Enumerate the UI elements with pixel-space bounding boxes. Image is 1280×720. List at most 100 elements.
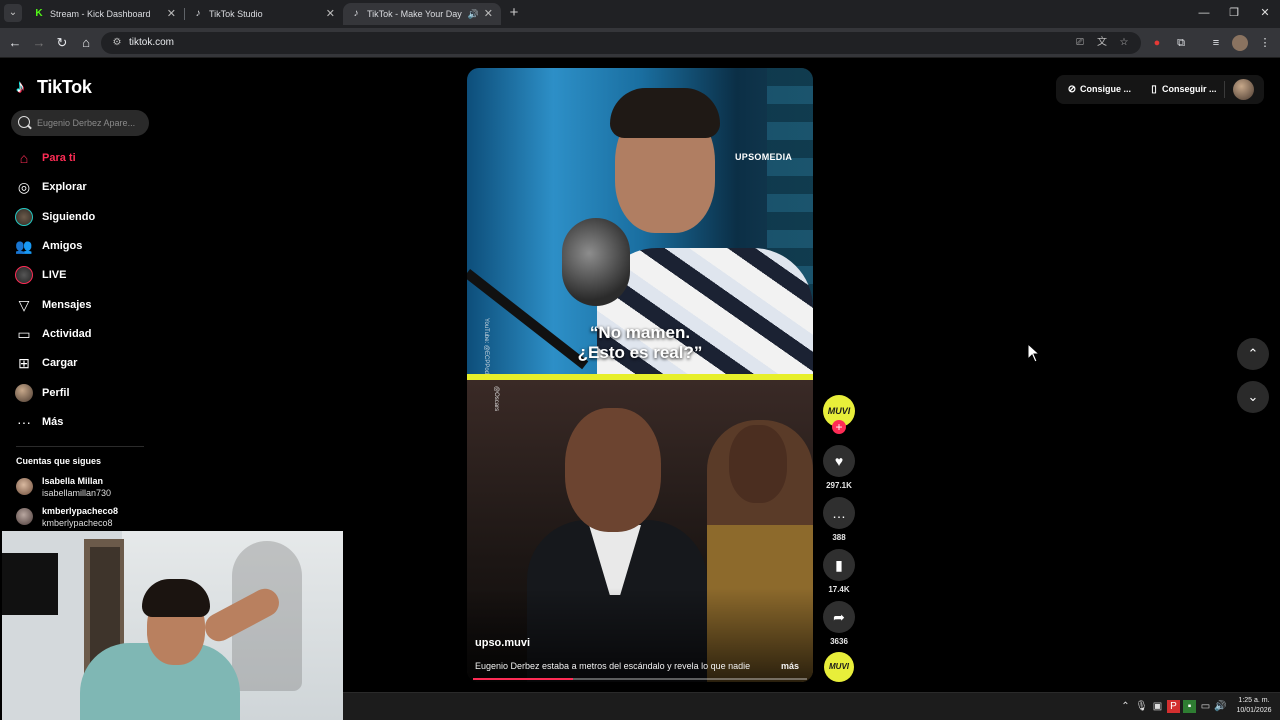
system-clock[interactable]: 1:25 a. m. 10/01/2026 bbox=[1231, 696, 1277, 716]
like-button[interactable]: ♥ bbox=[823, 445, 855, 477]
nav-item-live[interactable]: LIVE bbox=[14, 263, 154, 287]
coins-label: Consigue ... bbox=[1080, 84, 1132, 94]
search-input[interactable]: Eugenio Derbez Apare... bbox=[11, 110, 149, 136]
comment-count: 388 bbox=[832, 533, 846, 542]
caption-line-2: ¿Esto es real?” bbox=[577, 343, 703, 362]
new-tab-button[interactable]: + bbox=[505, 4, 523, 22]
save-button[interactable]: ▮ bbox=[823, 549, 855, 581]
browser-toolbar: ← → ↻ ⌂ ⚙ tiktok.com ⎚ 文 ☆ ● ⧉ ≡ ⋮ bbox=[0, 28, 1280, 58]
sidebar-divider bbox=[16, 446, 144, 447]
extensions-puzzle-icon[interactable]: ⧉ bbox=[1173, 35, 1189, 51]
get-app-button[interactable]: ▯ Conseguir ... bbox=[1148, 75, 1216, 104]
logo-text: TikTok bbox=[37, 76, 92, 97]
nav-item-explorar[interactable]: ◎ Explorar bbox=[14, 175, 154, 199]
media-controls-icon[interactable]: ≡ bbox=[1208, 35, 1224, 51]
tray-overflow-icon[interactable]: ⌃ bbox=[1119, 700, 1132, 713]
tiktok-icon: ♪ bbox=[195, 8, 201, 19]
video-progress-fill bbox=[473, 678, 573, 680]
account-username: kmberlypacheco8 bbox=[42, 518, 113, 528]
following-account[interactable]: Isabella Millan isabellamillan730 bbox=[16, 475, 146, 499]
search-icon bbox=[18, 116, 30, 128]
tiktok-logo[interactable]: ♪ TikTok bbox=[16, 75, 92, 99]
tab-tiktok-feed[interactable]: ♪ TikTok - Make Your Day 🔊 ✕ bbox=[343, 3, 501, 25]
following-account[interactable]: kmberlypacheco8 kmberlypacheco8 bbox=[16, 505, 146, 529]
reload-button[interactable]: ↻ bbox=[53, 34, 71, 52]
profile-avatar-icon[interactable] bbox=[1232, 35, 1248, 51]
translate-icon[interactable]: 文 bbox=[1095, 36, 1109, 50]
more-button[interactable]: más bbox=[781, 660, 799, 672]
next-video-button[interactable]: ⌄ bbox=[1237, 381, 1269, 413]
bookmark-icon: ▮ bbox=[835, 557, 843, 573]
close-tab-icon[interactable]: ✕ bbox=[167, 3, 176, 25]
tray-app-icon[interactable]: ▪ bbox=[1183, 700, 1196, 713]
tray-app-icon[interactable]: ▣ bbox=[1151, 700, 1164, 713]
music-disc[interactable]: MUVI bbox=[824, 652, 854, 682]
follow-plus-icon[interactable]: + bbox=[832, 420, 846, 434]
nav-item-mensajes[interactable]: ▽ Mensajes bbox=[14, 293, 154, 317]
live-avatar-icon bbox=[15, 266, 33, 284]
avatar bbox=[16, 478, 33, 495]
tab-tiktok-studio[interactable]: ♪ TikTok Studio ✕ bbox=[185, 3, 343, 25]
tab-kick-dashboard[interactable]: K Stream - Kick Dashboard ✕ bbox=[26, 3, 184, 25]
network-icon[interactable]: ▭ bbox=[1199, 700, 1212, 713]
extension-record-icon[interactable]: ● bbox=[1149, 35, 1165, 51]
browser-menu-icon[interactable]: ⋮ bbox=[1257, 35, 1273, 51]
close-tab-icon[interactable]: ✕ bbox=[484, 3, 493, 25]
nav-item-cargar[interactable]: ⊞ Cargar bbox=[14, 351, 154, 375]
search-placeholder: Eugenio Derbez Apare... bbox=[37, 118, 136, 128]
following-avatar-icon bbox=[15, 208, 33, 226]
share-count: 3636 bbox=[830, 637, 848, 646]
microphone bbox=[562, 218, 630, 306]
nav-item-para-ti[interactable]: ⌂ Para ti bbox=[14, 146, 154, 170]
microphone-icon[interactable]: 🎙 bbox=[1135, 700, 1148, 713]
clock-time: 1:25 a. m. bbox=[1238, 697, 1270, 704]
nav-item-actividad[interactable]: ▭ Actividad bbox=[14, 322, 154, 346]
nav-item-mas[interactable]: ··· Más bbox=[14, 410, 154, 434]
volume-icon[interactable]: 🔊 bbox=[1214, 700, 1227, 713]
tab-title: Stream - Kick Dashboard bbox=[50, 9, 151, 19]
close-window-button[interactable]: ✕ bbox=[1255, 5, 1275, 21]
tab-title: TikTok Studio bbox=[209, 9, 263, 19]
nav-item-perfil[interactable]: Perfil bbox=[14, 381, 154, 405]
send-icon: ▽ bbox=[18, 297, 30, 313]
nav-label: LIVE bbox=[42, 269, 67, 281]
restore-button[interactable]: ❐ bbox=[1224, 5, 1244, 21]
address-bar[interactable]: ⚙ tiktok.com ⎚ 文 ☆ bbox=[101, 32, 1141, 54]
install-app-icon[interactable]: ⎚ bbox=[1073, 36, 1087, 50]
site-info-icon[interactable]: ⚙ bbox=[110, 36, 124, 50]
home-button[interactable]: ⌂ bbox=[77, 34, 95, 52]
nav-item-amigos[interactable]: 👥 Amigos bbox=[14, 234, 154, 258]
nav-label: Cargar bbox=[42, 357, 78, 369]
back-button[interactable]: ← bbox=[6, 34, 24, 52]
bookmark-star-icon[interactable]: ☆ bbox=[1117, 36, 1131, 50]
account-username: isabellamillan730 bbox=[42, 488, 112, 498]
nav-label: Siguiendo bbox=[42, 211, 96, 223]
video-player[interactable]: UPSOMEDIA YouTube: @ECPPodcast “No mamen… bbox=[467, 68, 813, 682]
nav-label: Mensajes bbox=[42, 299, 92, 311]
share-button[interactable]: ➦ bbox=[823, 601, 855, 633]
profile-icon bbox=[15, 384, 33, 402]
tray-app-icon[interactable]: P bbox=[1167, 700, 1180, 713]
nav-item-siguiendo[interactable]: Siguiendo bbox=[14, 205, 154, 229]
get-coins-button[interactable]: ⊘ Consigue ... bbox=[1066, 75, 1131, 104]
kick-icon: K bbox=[35, 8, 43, 19]
nav-label: Perfil bbox=[42, 387, 70, 399]
forward-button[interactable]: → bbox=[30, 34, 48, 52]
close-tab-icon[interactable]: ✕ bbox=[326, 3, 335, 25]
account-name: kmberlypacheco8 bbox=[42, 506, 119, 516]
more-icon: ··· bbox=[17, 414, 31, 430]
brand-watermark: UPSOMEDIA bbox=[735, 152, 793, 162]
nav-label: Actividad bbox=[42, 328, 92, 340]
minimize-button[interactable]: — bbox=[1194, 5, 1214, 21]
tab-search-button[interactable]: ⌄ bbox=[4, 4, 22, 22]
coin-icon: ⊘ bbox=[1067, 84, 1077, 95]
chevron-up-icon: ⌃ bbox=[1247, 346, 1259, 361]
audio-playing-icon[interactable]: 🔊 bbox=[468, 3, 479, 25]
video-author[interactable]: upso.muvi bbox=[475, 637, 530, 649]
user-avatar[interactable] bbox=[1233, 79, 1254, 100]
url-text: tiktok.com bbox=[129, 37, 175, 48]
nav-label: Más bbox=[42, 416, 64, 428]
comment-button[interactable]: … bbox=[823, 497, 855, 529]
following-header: Cuentas que sigues bbox=[16, 456, 102, 466]
previous-video-button[interactable]: ⌃ bbox=[1237, 338, 1269, 370]
